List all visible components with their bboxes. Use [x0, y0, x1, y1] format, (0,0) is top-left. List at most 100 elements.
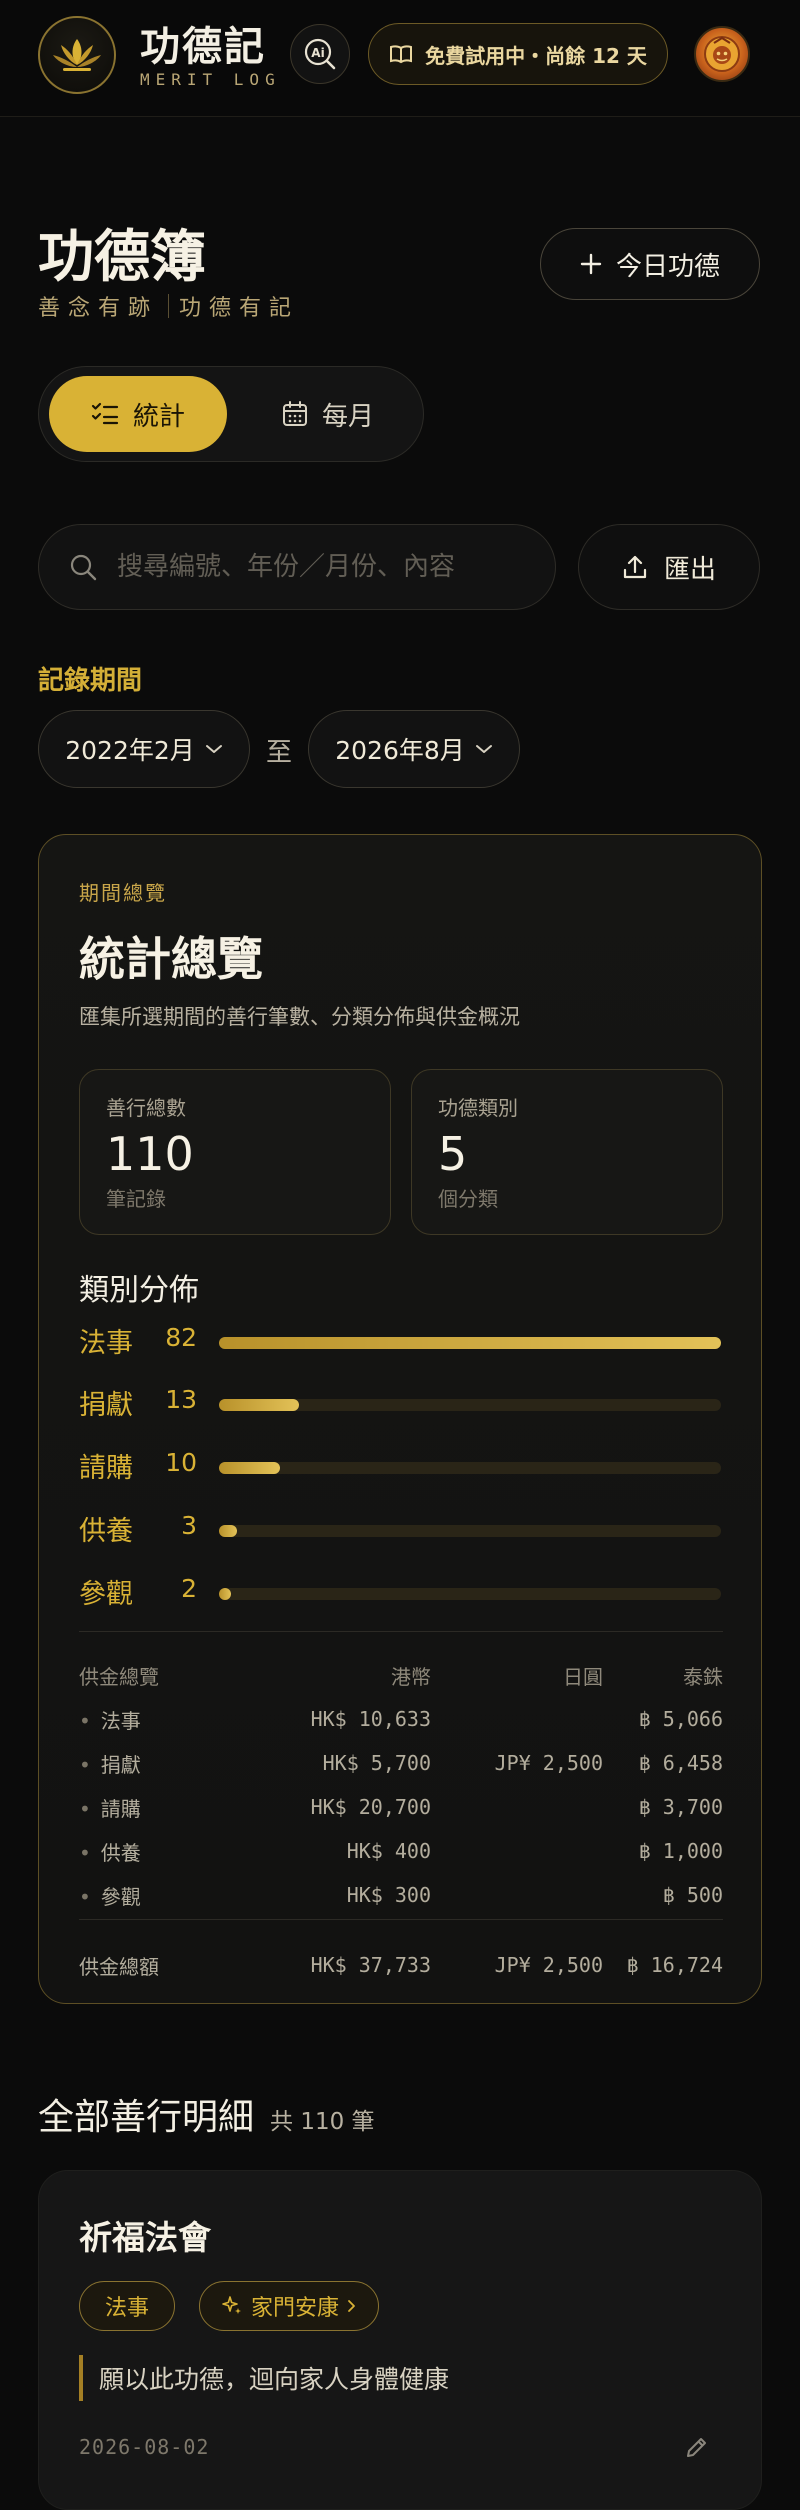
kpi-categories: 功德類別 5 個分類: [411, 1069, 723, 1235]
distribution-count: 3: [181, 1511, 197, 1540]
record-date: 2026-08-02: [79, 2435, 210, 2459]
donation-row: • 捐獻 HK$ 5,700 JP¥ 2,500 ฿ 6,458: [79, 1741, 723, 1785]
donation-category: 請購: [100, 1796, 141, 1821]
kpi-value: 110: [106, 1127, 194, 1181]
donation-category: 法事: [100, 1708, 141, 1733]
donation-thb: ฿ 500: [662, 1883, 723, 1907]
svg-text:Ai: Ai: [311, 46, 324, 60]
distribution-bar: [219, 1337, 721, 1349]
ai-assistant-button[interactable]: Ai: [290, 24, 350, 84]
donation-table: 供金總覽 港幣 日圓 泰銖 • 法事 HK$ 10,633 ฿ 5,066 • 捐獻…: [79, 1653, 723, 1917]
donation-thb: ฿ 3,700: [638, 1795, 723, 1819]
section-divider: [79, 1919, 723, 1920]
export-button[interactable]: 匯出: [578, 524, 760, 610]
donation-row: • 請購 HK$ 20,700 ฿ 3,700: [79, 1785, 723, 1829]
period-to-select[interactable]: 2026年8月: [308, 710, 520, 788]
donation-header-row: 供金總覽 港幣 日圓 泰銖: [79, 1653, 723, 1697]
distribution-bar: [219, 1462, 280, 1474]
kpi-value: 5: [438, 1127, 468, 1181]
distribution-count: 2: [181, 1574, 197, 1603]
distribution-name: 請購: [79, 1453, 133, 1484]
donation-hkd: HK$ 5,700: [322, 1751, 431, 1775]
stats-description: 匯集所選期間的善行筆數、分類分佈與供金概況: [79, 1005, 520, 1029]
donation-category: 捐獻: [100, 1752, 141, 1777]
period-label: 記錄期間: [38, 666, 143, 696]
distribution-title: 類別分佈: [79, 1273, 199, 1308]
search-box: [38, 524, 556, 610]
bullet-icon: •: [79, 1840, 91, 1865]
search-icon: [70, 554, 97, 581]
period-to-text: 至: [266, 738, 293, 768]
donation-thb: ฿ 5,066: [638, 1707, 723, 1731]
kpi-unit: 個分類: [438, 1187, 498, 1211]
record-title: 祈福法會: [79, 2218, 211, 2257]
tagline-divider: [168, 294, 170, 318]
calendar-icon: [282, 401, 307, 426]
stats-kicker: 期間總覽: [79, 881, 167, 905]
chevron-down-icon: [475, 745, 492, 753]
distribution-bar: [219, 1399, 299, 1411]
distribution-track: [219, 1588, 721, 1600]
distribution-bar: [219, 1525, 237, 1537]
bullet-icon: •: [79, 1752, 91, 1777]
search-input[interactable]: [117, 552, 537, 582]
donation-header: 供金總覽: [79, 1664, 159, 1689]
bullet-icon: •: [79, 1708, 91, 1733]
period-to-value: 2026年8月: [335, 736, 465, 765]
details-count: 共 110 筆: [270, 2109, 375, 2135]
record-subtag[interactable]: 家門安康: [199, 2281, 379, 2331]
chevron-down-icon: [205, 745, 222, 753]
add-today-merit-button[interactable]: 今日功德: [540, 228, 760, 300]
distribution-name: 供養: [79, 1516, 133, 1547]
donation-row: • 供養 HK$ 400 ฿ 1,000: [79, 1829, 723, 1873]
user-avatar[interactable]: [694, 26, 750, 82]
brand-title: 功德記: [140, 23, 266, 70]
trial-status-pill[interactable]: 免費試用中・尚餘 12 天: [368, 23, 668, 85]
distribution-row: 請購 10: [79, 1446, 727, 1486]
distribution-count: 10: [165, 1448, 197, 1477]
donation-thb: ฿ 1,000: [638, 1839, 723, 1863]
donation-category: 參觀: [100, 1884, 141, 1909]
donation-jpy: JP¥ 2,500: [494, 1751, 603, 1775]
kpi-label: 善行總數: [106, 1096, 186, 1120]
donation-hkd: HK$ 10,633: [310, 1707, 431, 1731]
donation-total-row: 供金總額 HK$ 37,733 JP¥ 2,500 ฿ 16,724: [79, 1943, 723, 1987]
page-title: 功德簿: [38, 224, 206, 290]
kpi-total-deeds: 善行總數 110 筆記錄: [79, 1069, 391, 1235]
export-label: 匯出: [663, 554, 716, 585]
record-card[interactable]: 祈福法會 法事 家門安康 願以此功德，迴向家人身體健康 2026-08-02: [38, 2170, 762, 2510]
distribution-bar: [219, 1588, 231, 1600]
view-switcher: 統計 每月: [38, 366, 424, 462]
donation-total-jpy: JP¥ 2,500: [494, 1953, 603, 1977]
record-category-tag[interactable]: 法事: [79, 2281, 175, 2331]
bullet-icon: •: [79, 1884, 91, 1909]
distribution-name: 參觀: [79, 1579, 133, 1610]
sparkle-icon: [222, 2296, 241, 2314]
donation-total: 供金總額 HK$ 37,733 JP¥ 2,500 ฿ 16,724: [79, 1943, 723, 1987]
ai-search-icon: Ai: [304, 38, 336, 70]
checklist-icon: [91, 402, 119, 425]
pencil-icon: [687, 2438, 706, 2457]
tab-statistics[interactable]: 統計: [49, 376, 227, 452]
distribution-row: 捐獻 13: [79, 1383, 727, 1423]
donation-hkd: HK$ 20,700: [310, 1795, 431, 1819]
distribution-track: [219, 1462, 721, 1474]
donation-header: 港幣: [391, 1664, 431, 1689]
details-title: 全部善行明細: [38, 2097, 255, 2138]
tab-monthly[interactable]: 每月: [239, 376, 417, 452]
tagline-right: 功德有記: [179, 296, 300, 321]
top-bar: 功德記 MERIT LOG Ai 免費試用中・尚餘 12 天: [0, 0, 800, 117]
period-from-select[interactable]: 2022年2月: [38, 710, 250, 788]
lotus-logo-icon[interactable]: [38, 16, 116, 94]
donation-category: 供養: [100, 1840, 141, 1865]
period-from-value: 2022年2月: [65, 736, 195, 765]
distribution-row: 法事 82: [79, 1321, 727, 1361]
distribution-count: 82: [165, 1323, 197, 1352]
distribution-name: 法事: [79, 1328, 133, 1359]
donation-row: • 參觀 HK$ 300 ฿ 500: [79, 1873, 723, 1917]
donation-total-thb: ฿ 16,724: [626, 1953, 723, 1977]
trial-status-text: 免費試用中・尚餘 12 天: [425, 43, 647, 68]
kpi-unit: 筆記錄: [106, 1187, 166, 1211]
distribution-name: 捐獻: [79, 1390, 133, 1421]
edit-record-button[interactable]: [679, 2429, 715, 2465]
